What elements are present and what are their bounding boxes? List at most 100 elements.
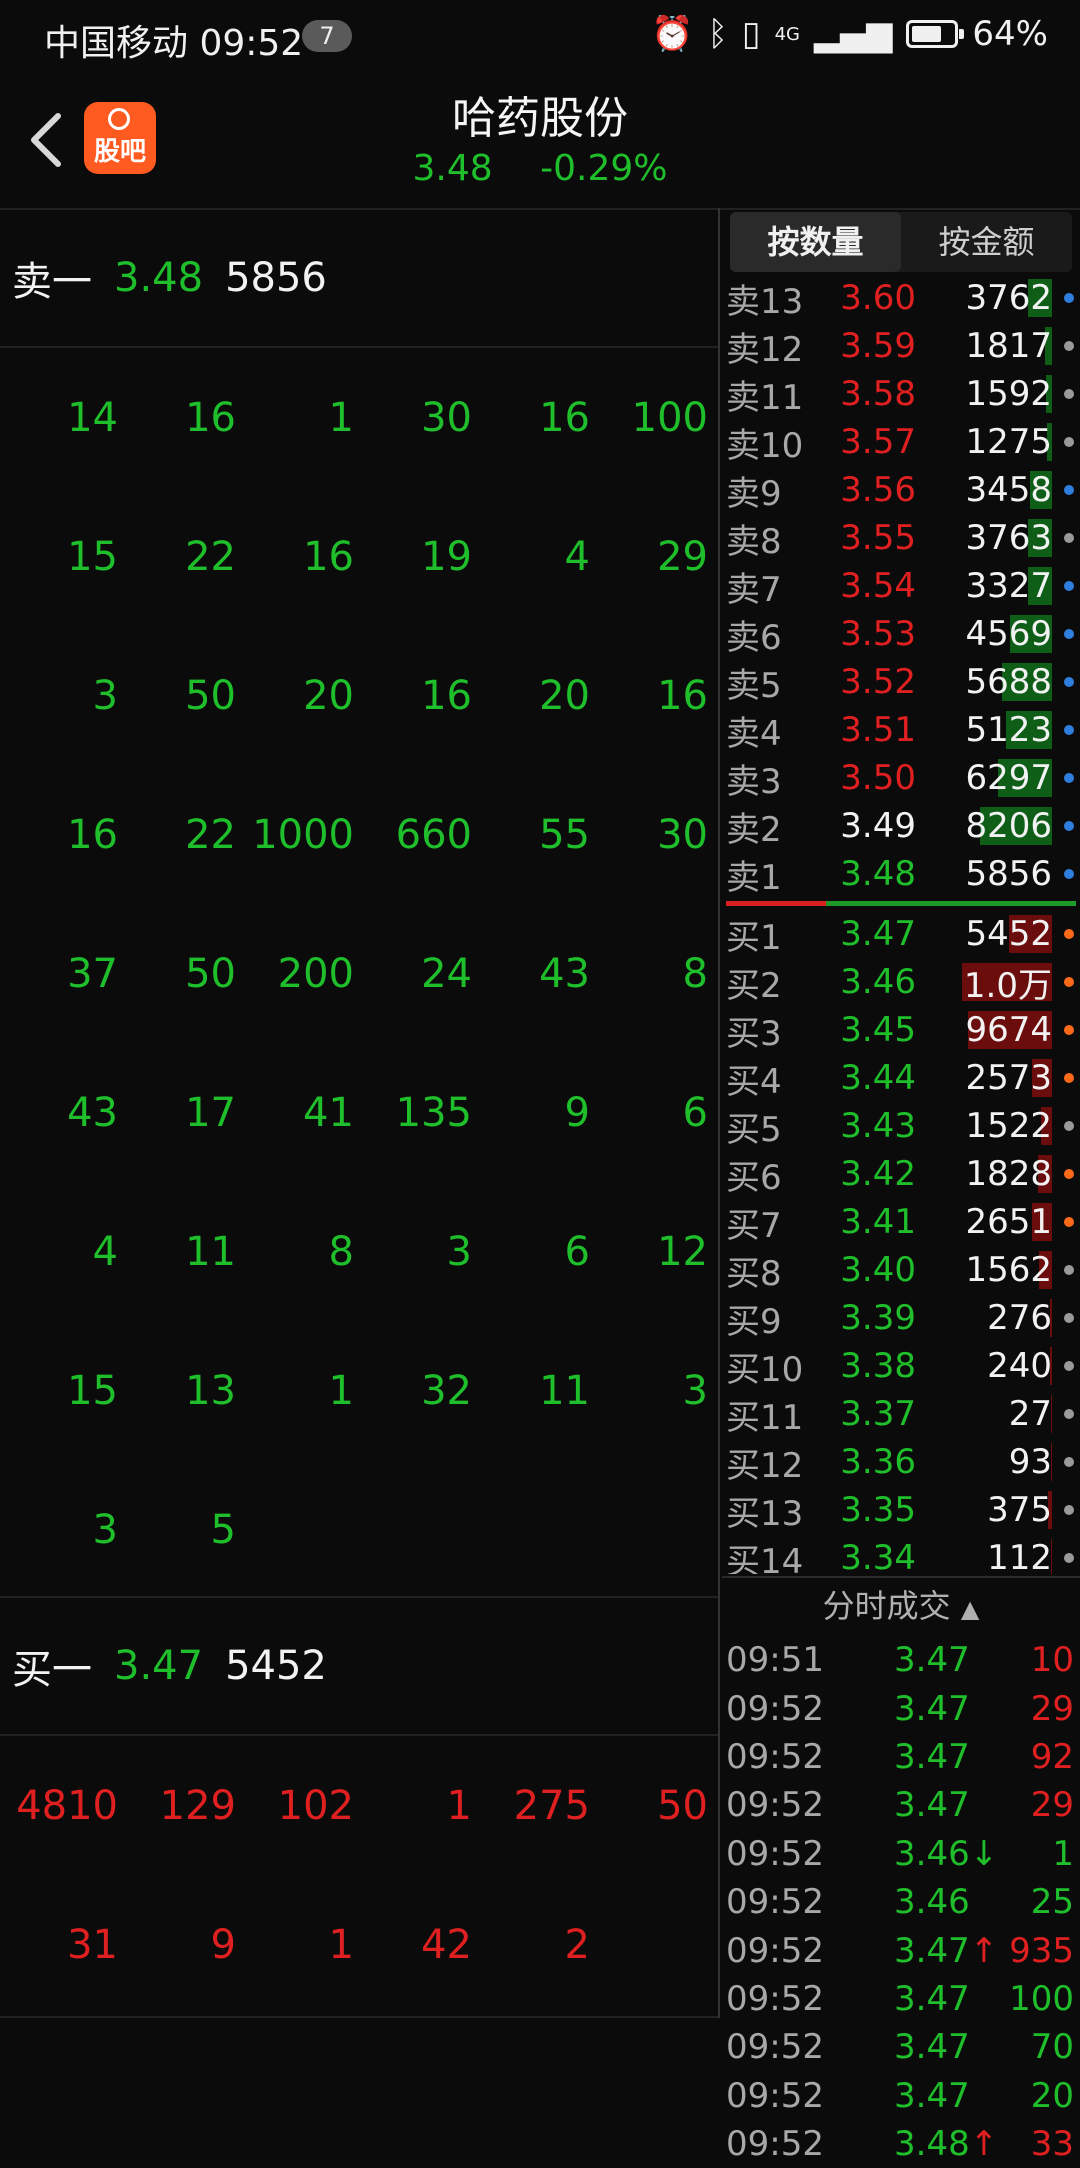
book-level-label: 卖13 bbox=[726, 281, 804, 322]
book-row[interactable]: 买6 3.42 1828 bbox=[722, 1150, 1080, 1198]
queue-row: 35 bbox=[0, 1460, 718, 1599]
sell-one-volume: 5856 bbox=[225, 255, 327, 301]
queue-cell: 20 bbox=[303, 672, 354, 719]
battery-percent: 64% bbox=[972, 14, 1048, 54]
queue-cell: 20 bbox=[539, 672, 590, 719]
book-level-label: 卖9 bbox=[726, 473, 782, 514]
trade-volume: 25 bbox=[1030, 1882, 1074, 1923]
book-row[interactable]: 卖7 3.54 3327 bbox=[722, 562, 1080, 610]
book-indicator-dot bbox=[1064, 1409, 1074, 1419]
buy-one-row: 买一 3.47 5452 bbox=[0, 1596, 718, 1736]
book-indicator-dot bbox=[1064, 533, 1074, 543]
trade-volume: 70 bbox=[1030, 2027, 1074, 2068]
book-row[interactable]: 卖6 3.53 4569 bbox=[722, 610, 1080, 658]
book-row[interactable]: 卖2 3.49 8206 bbox=[722, 802, 1080, 850]
book-row[interactable]: 买2 3.46 1.0万 bbox=[722, 958, 1080, 1006]
trade-time: 09:52 bbox=[726, 2124, 824, 2165]
book-row[interactable]: 买13 3.35 375 bbox=[722, 1486, 1080, 1534]
queue-cell: 37 bbox=[67, 950, 118, 997]
book-indicator-dot bbox=[1064, 1313, 1074, 1323]
book-indicator-dot bbox=[1064, 1457, 1074, 1467]
trade-time: 09:52 bbox=[726, 1785, 824, 1826]
queue-cell: 17 bbox=[185, 1089, 236, 1136]
book-row[interactable]: 买3 3.45 9674 bbox=[722, 1006, 1080, 1054]
book-row[interactable]: 买9 3.39 276 bbox=[722, 1294, 1080, 1342]
book-row[interactable]: 卖1 3.48 5856 bbox=[722, 850, 1080, 898]
order-book-tabs: 按数量 按金额 bbox=[730, 212, 1072, 272]
trade-volume: 10 bbox=[1030, 1640, 1074, 1681]
trade-price: 3.47 bbox=[894, 2076, 970, 2116]
book-indicator-dot bbox=[1064, 977, 1074, 987]
trade-volume: 935 bbox=[1009, 1930, 1074, 1971]
book-price: 3.59 bbox=[840, 326, 916, 366]
book-row[interactable]: 卖11 3.58 1592 bbox=[722, 370, 1080, 418]
book-price: 3.47 bbox=[840, 914, 916, 954]
book-row[interactable]: 卖3 3.50 6297 bbox=[722, 754, 1080, 802]
book-row[interactable]: 卖9 3.56 3458 bbox=[722, 466, 1080, 514]
queue-cell: 16 bbox=[185, 394, 236, 441]
queue-row: 4 11 8 3 6 12 bbox=[0, 1182, 718, 1321]
queue-cell: 135 bbox=[395, 1089, 472, 1136]
tab-by-quantity[interactable]: 按数量 bbox=[730, 212, 901, 272]
book-volume: 3458 bbox=[965, 470, 1052, 510]
book-row[interactable]: 买12 3.36 93 bbox=[722, 1438, 1080, 1486]
queue-cell: 3 bbox=[682, 1367, 708, 1414]
book-price: 3.37 bbox=[840, 1394, 916, 1434]
status-icons: ⏰ ᛒ ▯ 4G ▂▄▆ 64% bbox=[651, 14, 1048, 54]
book-level-label: 买12 bbox=[726, 1445, 804, 1486]
book-row[interactable]: 买5 3.43 1522 bbox=[722, 1102, 1080, 1150]
book-row[interactable]: 卖8 3.55 3763 bbox=[722, 514, 1080, 562]
book-row[interactable]: 买10 3.38 240 bbox=[722, 1342, 1080, 1390]
sell-one-label: 卖一 bbox=[12, 259, 92, 305]
queue-cell: 31 bbox=[67, 1921, 118, 1968]
tab-by-amount[interactable]: 按金额 bbox=[901, 212, 1072, 272]
book-price: 3.56 bbox=[840, 470, 916, 510]
book-volume: 3763 bbox=[965, 518, 1052, 558]
book-row[interactable]: 买1 3.47 5452 bbox=[722, 910, 1080, 958]
book-row[interactable]: 卖5 3.52 5688 bbox=[722, 658, 1080, 706]
book-level-label: 买4 bbox=[726, 1061, 782, 1102]
book-row[interactable]: 卖13 3.60 3762 bbox=[722, 274, 1080, 322]
trades-list: 09:51 3.47 10 09:52 3.47 29 09:52 3.47 92 09:52 3.… bbox=[722, 1636, 1080, 2168]
stock-quote: 3.48 -0.29% bbox=[0, 148, 1080, 189]
queue-cell: 41 bbox=[303, 1089, 354, 1136]
book-row[interactable]: 买8 3.40 1562 bbox=[722, 1246, 1080, 1294]
trade-price-value: 3.47 bbox=[894, 1640, 970, 1681]
queue-cell: 16 bbox=[421, 672, 472, 719]
trade-volume: 92 bbox=[1030, 1736, 1074, 1777]
book-row[interactable]: 买4 3.44 2573 bbox=[722, 1054, 1080, 1102]
queue-row: 4810 129 102 1 275 50 bbox=[0, 1736, 718, 1875]
book-level-label: 买7 bbox=[726, 1205, 782, 1246]
book-indicator-dot bbox=[1064, 725, 1074, 735]
header: 股吧 哈药股份 3.48 -0.29% bbox=[0, 72, 1080, 210]
trade-row: 09:52 3.47 100 bbox=[722, 1975, 1080, 2023]
book-level-label: 买2 bbox=[726, 965, 782, 1006]
trade-row: 09:52 3.47 20 bbox=[722, 2072, 1080, 2120]
trade-time: 09:52 bbox=[726, 2027, 824, 2068]
book-row[interactable]: 卖12 3.59 1817 bbox=[722, 322, 1080, 370]
queue-cell: 11 bbox=[185, 1228, 236, 1275]
book-price: 3.41 bbox=[840, 1202, 916, 1242]
trade-volume: 29 bbox=[1030, 1785, 1074, 1826]
queue-cell: 5 bbox=[210, 1506, 236, 1553]
queue-cell: 2 bbox=[564, 1921, 590, 1968]
book-row[interactable]: 买11 3.37 27 bbox=[722, 1390, 1080, 1438]
trade-row: 09:51 3.47 10 bbox=[722, 1636, 1080, 1684]
book-row[interactable]: 卖10 3.57 1275 bbox=[722, 418, 1080, 466]
queue-cell: 1000 bbox=[252, 811, 354, 858]
bid-list: 买1 3.47 5452 买2 3.46 1.0万 买3 3.45 9674 买4 3.44 2573… bbox=[722, 910, 1080, 1574]
book-row[interactable]: 买7 3.41 2651 bbox=[722, 1198, 1080, 1246]
book-volume: 3327 bbox=[965, 566, 1052, 606]
book-level-label: 卖4 bbox=[726, 713, 782, 754]
book-level-label: 卖7 bbox=[726, 569, 782, 610]
book-indicator-dot bbox=[1064, 869, 1074, 879]
arrow-up-icon: ↑ bbox=[969, 1930, 999, 1971]
queue-cell: 15 bbox=[67, 1367, 118, 1414]
book-row[interactable]: 买14 3.34 112 bbox=[722, 1534, 1080, 1574]
book-volume: 1828 bbox=[965, 1154, 1052, 1194]
trades-header[interactable]: 分时成交 ▲ bbox=[722, 1576, 1080, 1634]
book-price: 3.52 bbox=[840, 662, 916, 702]
book-row[interactable]: 卖4 3.51 5123 bbox=[722, 706, 1080, 754]
book-price: 3.40 bbox=[840, 1250, 916, 1290]
trade-price: 3.47 bbox=[894, 2027, 970, 2067]
